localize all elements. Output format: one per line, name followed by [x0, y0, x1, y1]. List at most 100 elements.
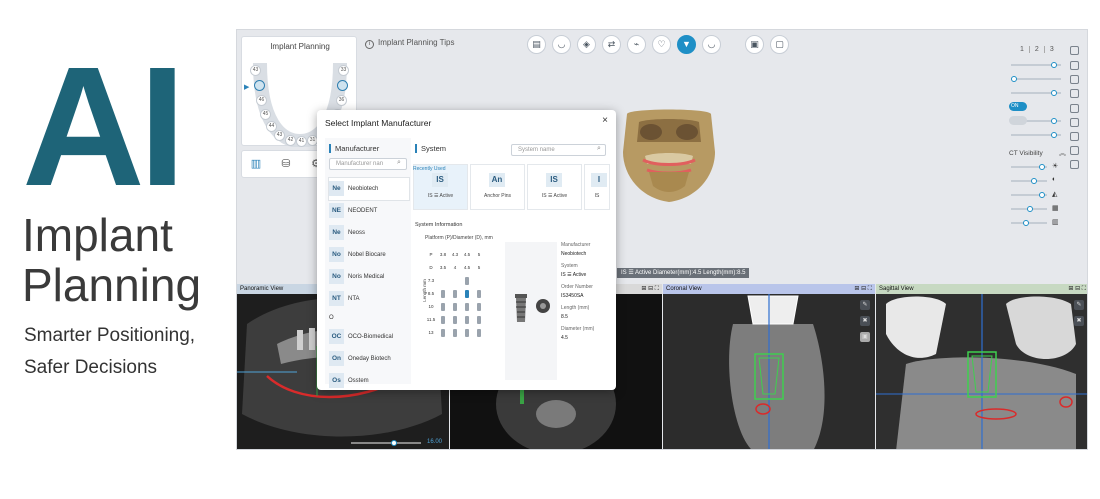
view-controls[interactable]: ⊞ ⊟ ⛶ [854, 285, 872, 293]
opacity-slider[interactable] [1011, 132, 1061, 138]
edit-icon[interactable]: ✎ [1074, 300, 1084, 310]
align-icon[interactable]: ⇄ [602, 35, 621, 54]
implant-option-icon[interactable] [465, 302, 469, 311]
manufacturer-item[interactable]: NE NEODENT [329, 200, 409, 222]
grid-header: 5 [477, 252, 481, 257]
tooth[interactable]: 43 [250, 65, 261, 76]
implant-option-icon[interactable] [477, 315, 481, 324]
implant-option-icon[interactable] [477, 302, 481, 311]
system-card[interactable]: An Anchor Pins [470, 164, 525, 210]
manufacturer-item[interactable]: No Nobel Biocare [329, 244, 409, 266]
implant-option-icon[interactable] [441, 302, 445, 311]
view-controls[interactable]: ⊞ ⊟ ⛶ [641, 285, 659, 293]
layout-tab-1[interactable]: 1 [1015, 46, 1030, 53]
system-card[interactable]: I IS [584, 164, 610, 210]
edit-icon[interactable]: ✎ [860, 300, 870, 310]
ct-slider[interactable] [1011, 164, 1047, 170]
implant-option-icon[interactable] [453, 328, 457, 337]
panoramic-slice-slider[interactable] [351, 440, 421, 446]
delete-icon[interactable]: ✖ [860, 316, 870, 326]
crown-icon[interactable]: ♡ [652, 35, 671, 54]
layout-tab-2[interactable]: 2 [1030, 46, 1045, 53]
lock-icon[interactable]: ▣ [860, 332, 870, 342]
implant-preview [505, 242, 557, 380]
implant-option-icon[interactable] [477, 289, 481, 298]
implant-option-icon[interactable] [441, 328, 445, 337]
tooth-selected[interactable] [254, 80, 265, 91]
opacity-slider[interactable] [1011, 90, 1061, 96]
implant-icon[interactable]: ▥ [248, 157, 264, 173]
implant-option-icon[interactable] [453, 289, 457, 298]
grid-header: 5 [477, 265, 481, 270]
cylinder-icon[interactable]: ⛁ [278, 157, 294, 173]
system-card[interactable]: IS IS ☰ Active [527, 164, 582, 210]
brand-title-line2: Planning [22, 259, 202, 311]
save-icon[interactable]: ▢ [770, 35, 789, 54]
manufacturer-item[interactable]: NT NTA [329, 288, 409, 310]
search-icon: ⌕ [597, 145, 601, 152]
layer-icon[interactable] [1070, 89, 1079, 98]
implant-option-icon[interactable] [477, 328, 481, 337]
manufacturer-item[interactable]: Ne Neobiotech [329, 178, 409, 200]
implant-option-icon[interactable] [441, 289, 445, 298]
manufacturer-item[interactable]: OC OCO-Biomedical [329, 326, 409, 348]
coronal-view[interactable]: Coronal View ⊞ ⊟ ⛶ ✎ ✖ ▣ [663, 284, 875, 449]
manufacturer-item[interactable]: On Oneday Biotech [329, 348, 409, 370]
visibility-toggle-off[interactable] [1009, 116, 1027, 125]
view-controls[interactable]: ⊞ ⊟ ⛶ [1068, 285, 1086, 293]
layer-icon[interactable] [1070, 118, 1079, 127]
planning-tips[interactable]: i Implant Planning Tips [365, 38, 455, 49]
tooth[interactable]: 33 [338, 65, 349, 76]
manufacturer-item[interactable]: Os Osstem [329, 370, 409, 390]
sagittal-view[interactable]: Sagittal View ⊞ ⊟ ⛶ ✎ ✖ [876, 284, 1087, 449]
cube-icon[interactable] [1070, 46, 1079, 55]
visibility-toggle[interactable]: ON [1009, 102, 1027, 111]
implant-option-selected-icon[interactable] [465, 289, 469, 298]
implant-option-icon[interactable] [441, 315, 445, 324]
tooth[interactable]: 46 [256, 95, 267, 106]
implant-option-icon[interactable] [465, 276, 469, 285]
report-icon[interactable]: ▤ [527, 35, 546, 54]
close-icon[interactable]: × [602, 115, 608, 126]
ct-slider[interactable] [1011, 192, 1047, 198]
tooth[interactable]: 41 [296, 136, 307, 147]
implant-option-icon[interactable] [465, 315, 469, 324]
ct-slider[interactable] [1011, 178, 1047, 184]
manufacturer-search-input[interactable]: Manufacturer nan [329, 158, 407, 170]
tooth[interactable]: 42 [285, 135, 296, 146]
delete-icon[interactable]: ✖ [1074, 316, 1084, 326]
screen-icon[interactable] [1070, 146, 1079, 155]
layer-icon[interactable] [1070, 61, 1079, 70]
implant-option-icon[interactable] [465, 328, 469, 337]
manufacturer-pane: Manufacturer Manufacturer nan ⌕ Ne Neobio… [325, 138, 411, 388]
clipboard-icon[interactable]: ▣ [745, 35, 764, 54]
implant-panel-title: Implant Planning [270, 42, 330, 51]
implant-option-icon[interactable] [453, 302, 457, 311]
scan-icon[interactable]: ◈ [577, 35, 596, 54]
system-search-input[interactable]: System name [511, 144, 606, 156]
tooth-selected[interactable] [337, 80, 348, 91]
collapse-icon[interactable]: ︽ [1059, 148, 1066, 158]
skull-3d-render[interactable] [615, 108, 723, 204]
arch-icon[interactable]: ◡ [552, 35, 571, 54]
tooth-icon[interactable] [1070, 132, 1079, 141]
opacity-slider[interactable] [1011, 62, 1061, 68]
layer-icon[interactable] [1070, 104, 1079, 113]
detail-value: IS ☰ Active [561, 272, 587, 278]
manufacturer-item[interactable]: No Noris Medical [329, 266, 409, 288]
implant-option-icon[interactable] [453, 315, 457, 324]
opacity-slider[interactable] [1011, 76, 1061, 82]
tooth[interactable]: 36 [336, 95, 347, 106]
ct-slider[interactable] [1011, 206, 1047, 212]
implant-tool-icon[interactable]: ▼ [677, 35, 696, 54]
guide-icon[interactable]: ◡ [702, 35, 721, 54]
layer-icon[interactable] [1070, 160, 1079, 169]
manufacturer-item[interactable]: Ne Neoss [329, 222, 409, 244]
tooth[interactable]: 43 [274, 130, 285, 141]
ct-slider[interactable] [1011, 220, 1047, 226]
layer-icon[interactable] [1070, 75, 1079, 84]
tooth[interactable]: 45 [260, 109, 271, 120]
nerve-icon[interactable]: ⌁ [627, 35, 646, 54]
ct-visibility-label: CT Visibility [1009, 150, 1043, 157]
layout-tab-3[interactable]: 3 [1045, 46, 1059, 53]
